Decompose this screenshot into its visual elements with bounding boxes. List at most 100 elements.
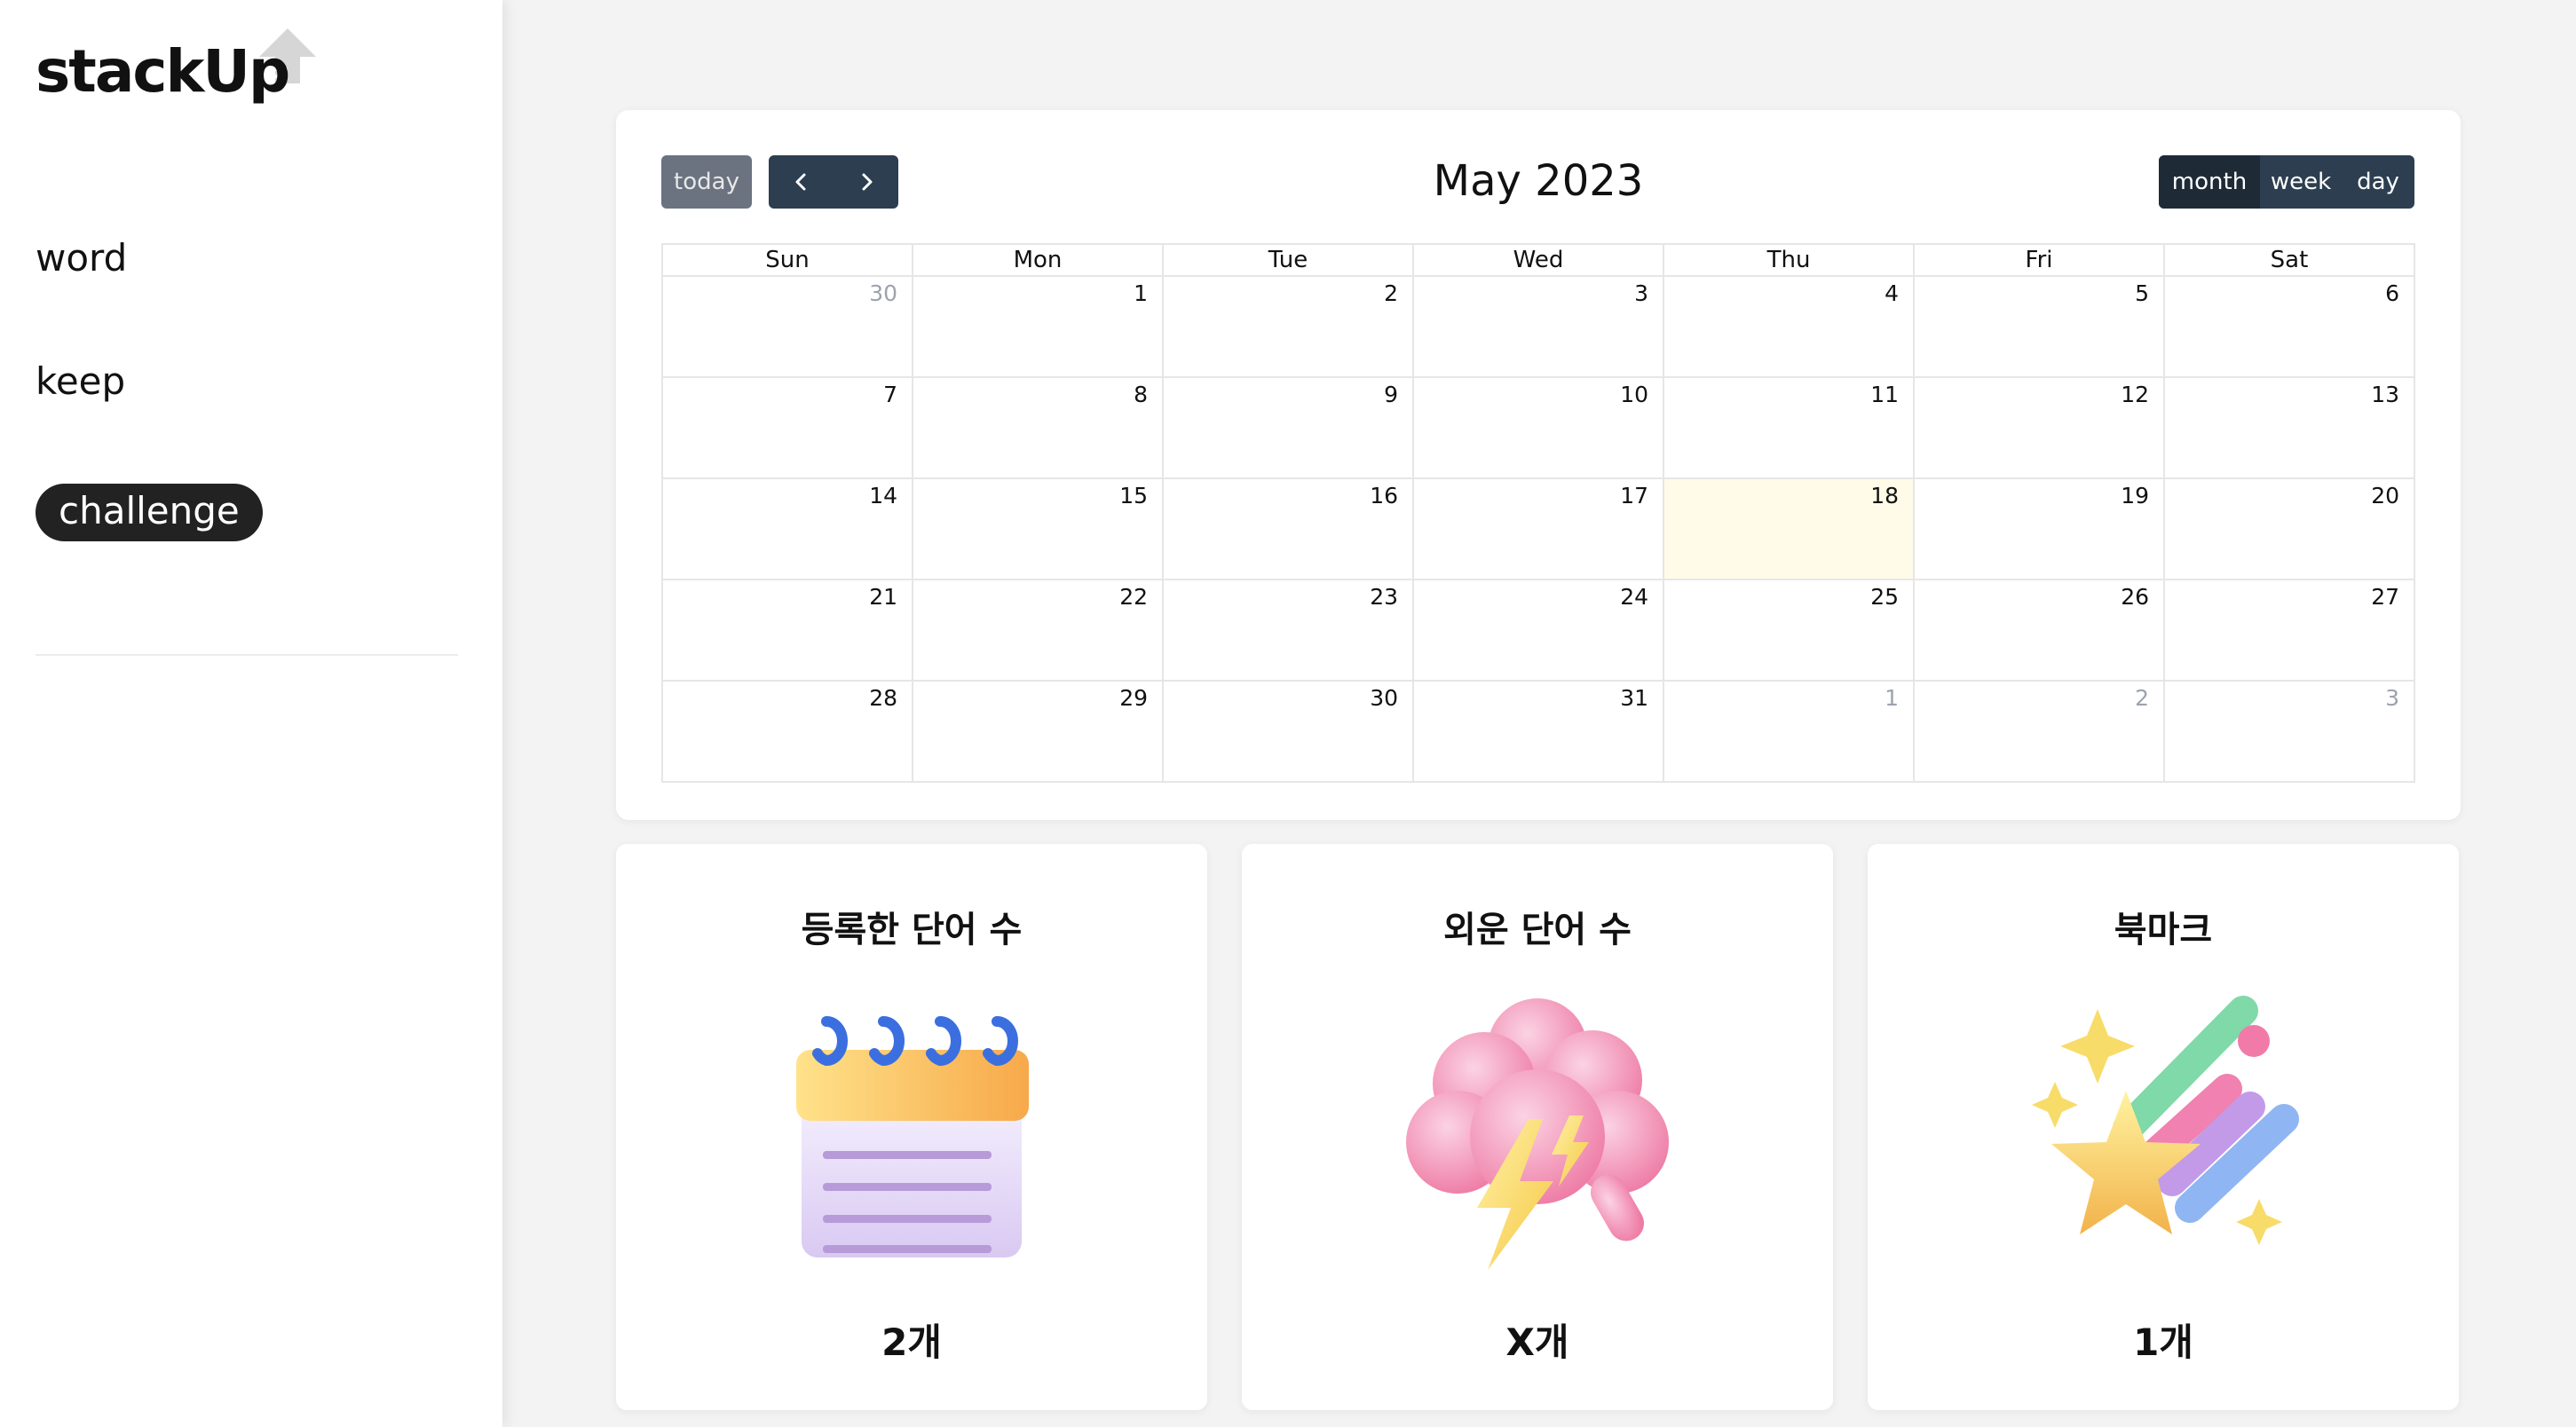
weekday-sun: Sun [663,245,913,275]
day-number[interactable]: 9 [1384,382,1398,407]
day-cell[interactable]: 12 [1915,378,2165,477]
day-cell[interactable]: 2 [1164,277,1414,376]
weekday-sat: Sat [2270,247,2309,273]
day-cell[interactable]: 17 [1414,479,1664,579]
view-month-button[interactable]: month [2159,155,2260,209]
day-number[interactable]: 16 [1370,483,1398,509]
weekday-tue: Tue [1164,245,1414,275]
day-number[interactable]: 28 [869,685,897,711]
day-cell[interactable]: 1 [1664,682,1915,781]
day-cell[interactable]: 4 [1664,277,1915,376]
sidebar: stackUp word keep challenge [0,0,502,1427]
weekday-thu: Thu [1664,245,1915,275]
day-cell[interactable]: 30 [1164,682,1414,781]
day-cell[interactable]: 27 [2165,580,2414,680]
week-row: 14 15 16 17 18 19 20 [663,479,2414,580]
notepad-icon [796,1016,1029,1257]
day-cell[interactable]: 30 [663,277,913,376]
day-number[interactable]: 3 [2385,685,2399,711]
day-number[interactable]: 10 [1620,382,1648,407]
day-cell[interactable]: 8 [913,378,1164,477]
stat-title: 북마크 [2114,910,2213,950]
stat-value: X개 [1505,1321,1569,1364]
day-cell[interactable]: 10 [1414,378,1664,477]
day-cell[interactable]: 28 [663,682,913,781]
stat-value: 1개 [2133,1321,2193,1364]
view-week-button[interactable]: week [2260,155,2342,209]
day-cell[interactable]: 3 [1414,277,1664,376]
day-number[interactable]: 17 [1620,483,1648,509]
day-number[interactable]: 31 [1620,685,1648,711]
day-cell[interactable]: 16 [1164,479,1414,579]
stat-card-bookmark: 북마크 1개 [1868,844,2459,1410]
day-number[interactable]: 30 [1370,685,1398,711]
day-number[interactable]: 30 [869,280,897,306]
day-cell[interactable]: 24 [1414,580,1664,680]
day-cell[interactable]: 6 [2165,277,2414,376]
day-cell[interactable]: 29 [913,682,1164,781]
day-number[interactable]: 27 [2371,584,2399,610]
weekday-wed: Wed [1414,245,1664,275]
weekday-header: Sun Mon Tue Wed Thu Fri Sat [663,245,2414,277]
day-number[interactable]: 15 [1119,483,1148,509]
day-number[interactable]: 7 [883,382,897,407]
day-number[interactable]: 6 [2385,280,2399,306]
weekday-fri: Fri [1915,245,2165,275]
day-cell[interactable]: 3 [2165,682,2414,781]
view-day-button[interactable]: day [2342,155,2414,209]
day-number[interactable]: 20 [2371,483,2399,509]
sidebar-item-challenge[interactable]: challenge [36,484,263,541]
day-number[interactable]: 19 [2121,483,2149,509]
day-number[interactable]: 23 [1370,584,1398,610]
day-cell[interactable]: 19 [1915,479,2165,579]
day-number[interactable]: 24 [1620,584,1648,610]
day-number[interactable]: 14 [869,483,897,509]
day-cell[interactable]: 2 [1915,682,2165,781]
day-number[interactable]: 12 [2121,382,2149,407]
week-row: 21 22 23 24 25 26 27 [663,580,2414,682]
day-cell[interactable]: 7 [663,378,913,477]
day-cell[interactable]: 11 [1664,378,1915,477]
day-cell[interactable]: 5 [1915,277,2165,376]
sidebar-item-word[interactable]: word [36,236,127,280]
day-cell[interactable]: 31 [1414,682,1664,781]
day-cell[interactable]: 13 [2165,378,2414,477]
view-switcher: month week day [2159,155,2414,209]
logo[interactable]: stackUp [36,25,320,114]
day-cell-today[interactable]: 18 [1664,479,1915,579]
stat-title: 등록한 단어 수 [801,910,1023,950]
day-number[interactable]: 11 [1870,382,1899,407]
day-cell[interactable]: 21 [663,580,913,680]
day-cell[interactable]: 23 [1164,580,1414,680]
month-grid: Sun Mon Tue Wed Thu Fri Sat 30 1 2 3 4 5 6 7 8 9 10 11 12 1… [661,243,2415,783]
day-cell[interactable]: 9 [1164,378,1414,477]
day-number[interactable]: 1 [1134,280,1148,306]
day-number[interactable]: 2 [2135,685,2149,711]
day-number[interactable]: 2 [1384,280,1398,306]
day-cell[interactable]: 25 [1664,580,1915,680]
day-cell[interactable]: 26 [1915,580,2165,680]
day-number[interactable]: 8 [1134,382,1148,407]
sidebar-divider [36,654,458,656]
week-row: 28 29 30 31 1 2 3 [663,682,2414,781]
day-number[interactable]: 4 [1885,280,1899,306]
day-cell[interactable]: 1 [913,277,1164,376]
week-row: 30 1 2 3 4 5 6 [663,277,2414,378]
day-number[interactable]: 1 [1885,685,1899,711]
brain-cloud-lightning-icon [1406,998,1669,1270]
sidebar-item-keep[interactable]: keep [36,359,125,403]
day-cell[interactable]: 14 [663,479,913,579]
day-cell[interactable]: 22 [913,580,1164,680]
day-number[interactable]: 3 [1634,280,1648,306]
day-number[interactable]: 22 [1119,584,1148,610]
day-cell[interactable]: 15 [913,479,1164,579]
day-number[interactable]: 18 [1870,483,1899,509]
day-cell[interactable]: 20 [2165,479,2414,579]
day-number[interactable]: 25 [1870,584,1899,610]
day-number[interactable]: 21 [869,584,897,610]
day-number[interactable]: 26 [2121,584,2149,610]
day-number[interactable]: 5 [2135,280,2149,306]
day-number[interactable]: 13 [2371,382,2399,407]
logo-text: stackUp [36,37,290,106]
day-number[interactable]: 29 [1119,685,1148,711]
